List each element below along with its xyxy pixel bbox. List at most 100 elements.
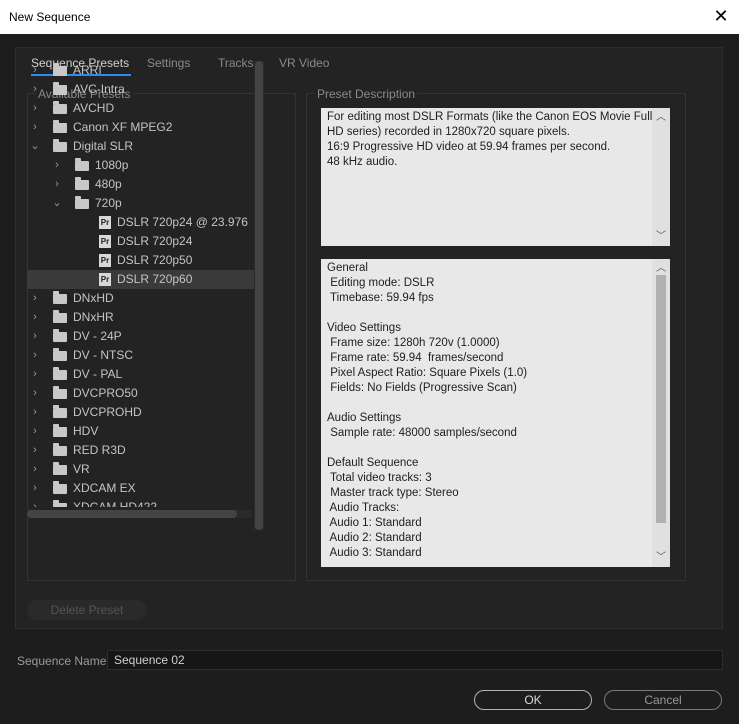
- tree-item-label: 1080p: [95, 158, 129, 172]
- premiere-preset-icon: Pr: [99, 273, 111, 286]
- description-scrollbar[interactable]: ︿ ﹀: [652, 108, 670, 246]
- tree-preset-item[interactable]: Pr DSLR 720p24: [27, 232, 255, 251]
- scroll-up-icon[interactable]: ︿: [652, 110, 670, 125]
- presets-horizontal-thumb[interactable]: [27, 510, 237, 518]
- folder-icon: [53, 443, 67, 456]
- tree-folder-item[interactable]: › DV - PAL: [27, 365, 255, 384]
- tree-preset-item[interactable]: Pr DSLR 720p50: [27, 251, 255, 270]
- chevron-right-icon[interactable]: ›: [30, 403, 40, 422]
- chevron-right-icon[interactable]: ›: [30, 460, 40, 479]
- tree-item-label: DV - PAL: [73, 367, 123, 381]
- sequence-name-input[interactable]: [107, 650, 723, 670]
- tree-item-label: VR: [73, 462, 90, 476]
- scroll-down-icon[interactable]: ﹀: [652, 550, 670, 565]
- tree-folder-item[interactable]: › ARRI: [27, 61, 255, 80]
- tree-preset-item[interactable]: Pr DSLR 720p60: [27, 270, 255, 289]
- tree-item-label: DV - 24P: [73, 329, 122, 343]
- folder-icon: [53, 424, 67, 437]
- chevron-right-icon[interactable]: ›: [30, 308, 40, 327]
- tree-folder-item[interactable]: › RED R3D: [27, 441, 255, 460]
- chevron-right-icon[interactable]: ›: [30, 80, 40, 99]
- details-scroll-thumb[interactable]: [656, 275, 666, 523]
- text-line: Audio 2: Standard: [327, 532, 422, 544]
- tree-item-label: DSLR 720p50: [117, 253, 193, 267]
- tree-folder-item[interactable]: › DNxHR: [27, 308, 255, 327]
- tree-item-label: Digital SLR: [73, 139, 134, 153]
- presets-tree[interactable]: › ARRI › AVC-Intra › AVCHD › Canon XF MPEG2 ⌄ Dig…: [27, 61, 255, 507]
- tree-folder-item[interactable]: ⌄ 720p: [27, 194, 255, 213]
- folder-icon: [53, 405, 67, 418]
- text-line: Default Sequence: [327, 457, 419, 469]
- tree-folder-item[interactable]: › 1080p: [27, 156, 255, 175]
- text-line: HD series) recorded in 1280x720 square p…: [327, 126, 570, 138]
- tree-item-label: DV - NTSC: [73, 348, 133, 362]
- folder-icon: [53, 139, 67, 152]
- tree-item-label: HDV: [73, 424, 99, 438]
- chevron-right-icon[interactable]: ›: [52, 156, 62, 175]
- tree-item-label: XDCAM HD422: [73, 500, 158, 507]
- chevron-right-icon[interactable]: ›: [30, 441, 40, 460]
- chevron-right-icon[interactable]: ›: [30, 99, 40, 118]
- tree-preset-item[interactable]: Pr DSLR 720p24 @ 23.976: [27, 213, 255, 232]
- folder-icon: [75, 196, 89, 209]
- chevron-right-icon[interactable]: ›: [30, 384, 40, 403]
- folder-icon: [53, 462, 67, 475]
- ok-button[interactable]: OK: [474, 690, 592, 710]
- tree-folder-item[interactable]: › HDV: [27, 422, 255, 441]
- chevron-right-icon[interactable]: ›: [30, 498, 40, 507]
- tree-item-label: 480p: [95, 177, 122, 191]
- text-line: Audio 1: Standard: [327, 517, 422, 529]
- scroll-down-icon[interactable]: ﹀: [652, 229, 670, 244]
- tree-folder-item[interactable]: ⌄ Digital SLR: [27, 137, 255, 156]
- text-line: Audio Tracks:: [327, 502, 400, 514]
- close-icon[interactable]: ✕: [711, 6, 731, 26]
- chevron-right-icon[interactable]: ›: [30, 327, 40, 346]
- tree-folder-item[interactable]: › XDCAM HD422: [27, 498, 255, 507]
- tree-folder-item[interactable]: › AVCHD: [27, 99, 255, 118]
- scroll-up-icon[interactable]: ︿: [652, 261, 670, 276]
- tree-folder-item[interactable]: › AVC-Intra: [27, 80, 255, 99]
- settings-details-text[interactable]: General Editing mode: DSLR Timebase: 59.…: [321, 259, 670, 567]
- folder-icon: [53, 367, 67, 380]
- tree-folder-item[interactable]: › XDCAM EX: [27, 479, 255, 498]
- cancel-button[interactable]: Cancel: [604, 690, 722, 710]
- tree-item-label: DVCPROHD: [73, 405, 142, 419]
- chevron-down-icon[interactable]: ⌄: [52, 194, 62, 213]
- title-bar: New Sequence ✕: [0, 0, 739, 34]
- tree-folder-item[interactable]: › DV - 24P: [27, 327, 255, 346]
- folder-icon: [53, 291, 67, 304]
- presets-vertical-thumb[interactable]: [255, 61, 263, 530]
- chevron-right-icon[interactable]: ›: [30, 422, 40, 441]
- tab-vr-video[interactable]: VR Video: [279, 56, 329, 70]
- presets-horizontal-scrollbar[interactable]: [27, 510, 252, 518]
- details-scrollbar[interactable]: ︿ ﹀: [652, 259, 670, 567]
- text-line: 48 kHz audio.: [327, 156, 398, 168]
- chevron-right-icon[interactable]: ›: [30, 479, 40, 498]
- delete-preset-button[interactable]: Delete Preset: [27, 600, 147, 620]
- text-line: Total video tracks: 3: [327, 472, 432, 484]
- chevron-right-icon[interactable]: ›: [30, 365, 40, 384]
- tree-folder-item[interactable]: › Canon XF MPEG2: [27, 118, 255, 137]
- tree-folder-item[interactable]: › DVCPROHD: [27, 403, 255, 422]
- text-line: Fields: No Fields (Progressive Scan): [327, 382, 517, 394]
- tree-folder-item[interactable]: › DNxHD: [27, 289, 255, 308]
- chevron-right-icon[interactable]: ›: [30, 289, 40, 308]
- folder-icon: [53, 500, 67, 507]
- tree-folder-item[interactable]: › DVCPRO50: [27, 384, 255, 403]
- chevron-right-icon[interactable]: ›: [30, 118, 40, 137]
- chevron-right-icon[interactable]: ›: [30, 61, 40, 80]
- presets-vertical-scrollbar[interactable]: [254, 61, 264, 530]
- chevron-right-icon[interactable]: ›: [30, 346, 40, 365]
- text-line: Video Settings: [327, 322, 401, 334]
- chevron-down-icon[interactable]: ⌄: [30, 137, 40, 156]
- tree-item-label: ARRI: [73, 63, 102, 77]
- description-text[interactable]: For editing most DSLR Formats (like the …: [321, 108, 670, 246]
- folder-icon: [53, 329, 67, 342]
- folder-icon: [53, 310, 67, 323]
- text-line: [327, 441, 646, 456]
- tree-folder-item[interactable]: › DV - NTSC: [27, 346, 255, 365]
- tree-folder-item[interactable]: › 480p: [27, 175, 255, 194]
- text-line: Audio 3: Standard: [327, 547, 422, 559]
- tree-folder-item[interactable]: › VR: [27, 460, 255, 479]
- chevron-right-icon[interactable]: ›: [52, 175, 62, 194]
